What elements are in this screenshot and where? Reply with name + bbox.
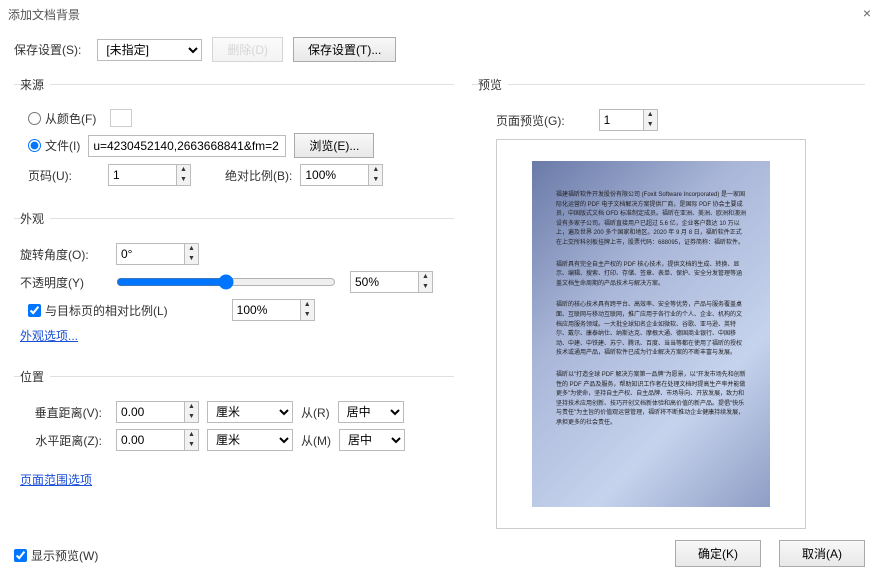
color-swatch[interactable] (110, 109, 132, 127)
preview-area: 福建福昕软件开发股份有限公司 (Foxit Software Incorpora… (496, 139, 806, 529)
chevron-up-icon: ▲ (177, 165, 190, 175)
preview-text: 福昕的核心技术具有跨平台、高效率、安全等优势，产品与服务覆盖桌面、互联网与移动互… (556, 301, 746, 359)
preset-select[interactable]: [未指定] (97, 39, 202, 61)
from-color-radio[interactable]: 从颜色(F) (28, 110, 96, 127)
preview-legend: 预览 (478, 76, 508, 93)
position-legend: 位置 (20, 368, 50, 385)
hdist-unit-select[interactable]: 厘米 (207, 429, 293, 451)
vdist-unit-select[interactable]: 厘米 (207, 401, 293, 423)
from-file-radio[interactable]: 文件(I) (28, 137, 80, 154)
abs-scale-spinner[interactable]: ▲▼ (300, 164, 383, 186)
valign-select[interactable]: 居中 (338, 401, 404, 423)
relative-scale-checkbox[interactable]: 与目标页的相对比例(L) (28, 302, 168, 319)
rel-scale-spinner[interactable]: ▲▼ (232, 299, 315, 321)
opacity-label: 不透明度(Y) (20, 274, 108, 291)
source-legend: 来源 (20, 76, 50, 93)
browse-button[interactable]: 浏览(E)... (294, 133, 374, 158)
dialog-title: 添加文档背景 (0, 0, 879, 29)
page-spinner[interactable]: ▲▼ (108, 164, 191, 186)
hdist-label: 水平距离(Z): (20, 432, 108, 449)
show-preview-checkbox[interactable]: 显示预览(W) (14, 547, 98, 564)
rotation-spinner[interactable]: ▲▼ (116, 243, 199, 265)
file-path-input[interactable] (88, 135, 286, 157)
preview-page-spinner[interactable]: ▲▼ (599, 109, 658, 131)
halign-select[interactable]: 居中 (339, 429, 405, 451)
save-settings-button[interactable]: 保存设置(T)... (293, 37, 396, 62)
preview-group: 预览 页面预览(G): ▲▼ 福建福昕软件开发股份有限公司 (Foxit Sof… (472, 76, 865, 528)
source-group: 来源 从颜色(F) 文件(I) 浏览(E)... 页码(U): (14, 76, 454, 206)
preview-page: 福建福昕软件开发股份有限公司 (Foxit Software Incorpora… (532, 161, 770, 507)
vdist-spinner[interactable]: ▲▼ (116, 401, 199, 423)
position-group: 位置 垂直距离(V): ▲▼ 厘米 从(R) 居中 水平距离(Z): ▲▼ 厘米… (14, 368, 454, 508)
delete-button[interactable]: 删除(D) (212, 37, 283, 62)
page-label: 页码(U): (28, 167, 100, 184)
appearance-group: 外观 旋转角度(O): ▲▼ 不透明度(Y) ▲▼ (14, 210, 454, 364)
opacity-value-spinner[interactable]: ▲▼ (350, 271, 433, 293)
vdist-label: 垂直距离(V): (20, 404, 108, 421)
from-r-label: 从(R) (301, 404, 330, 421)
save-settings-label: 保存设置(S): (14, 41, 81, 58)
opacity-slider[interactable] (116, 274, 336, 290)
hdist-spinner[interactable]: ▲▼ (116, 429, 199, 451)
close-icon[interactable]: × (863, 5, 871, 21)
page-preview-label: 页面预览(G): (496, 112, 565, 129)
page-range-link[interactable]: 页面范围选项 (20, 471, 92, 488)
preview-text: 福建福昕软件开发股份有限公司 (Foxit Software Incorpora… (556, 191, 746, 249)
abs-scale-label: 绝对比例(B): (225, 167, 292, 184)
preview-text: 福昕具有完全自主产权的 PDF 核心技术，提供文档的生成、转换、显示、编辑、搜索… (556, 261, 746, 290)
appearance-legend: 外观 (20, 210, 50, 227)
appearance-options-link[interactable]: 外观选项... (20, 327, 78, 344)
preview-text: 福昕以"打造全球 PDF 解决方案第一品牌"为愿景，以"开发市场先和创新性的 P… (556, 371, 746, 429)
ok-button[interactable]: 确定(K) (675, 540, 761, 567)
from-m-label: 从(M) (301, 432, 331, 449)
rotation-label: 旋转角度(O): (20, 246, 108, 263)
top-bar: 保存设置(S): [未指定] 删除(D) 保存设置(T)... (0, 29, 879, 76)
chevron-down-icon: ▼ (177, 175, 190, 185)
cancel-button[interactable]: 取消(A) (779, 540, 865, 567)
